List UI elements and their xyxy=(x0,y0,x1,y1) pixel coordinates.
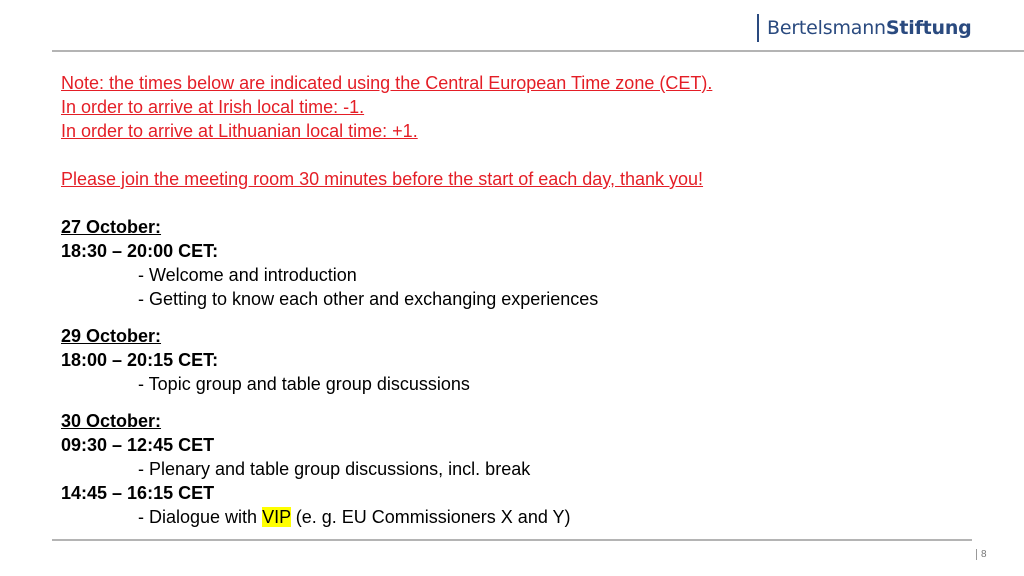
note-line: In order to arrive at Irish local time: … xyxy=(61,97,365,117)
vip-highlight: VIP xyxy=(262,507,291,527)
logo-divider xyxy=(757,14,759,42)
reminder-note: Please join the meeting room 30 minutes … xyxy=(61,167,961,191)
timezone-note: Note: the times below are indicated usin… xyxy=(61,71,961,143)
agenda-item-text: (e. g. EU Commissioners X and Y) xyxy=(290,507,571,527)
slide-body: Note: the times below are indicated usin… xyxy=(61,71,961,529)
time-slot: 14:45 – 16:15 CET xyxy=(61,483,215,503)
page-number-divider xyxy=(976,549,977,560)
time-slot: 18:30 – 20:00 CET: xyxy=(61,241,219,261)
day-date: 30 October: xyxy=(61,411,162,431)
time-slot: 09:30 – 12:45 CET xyxy=(61,435,215,455)
logo-text: BertelsmannStiftung xyxy=(767,17,972,39)
page-number: 8 xyxy=(976,549,987,560)
bertelsmann-stiftung-logo: BertelsmannStiftung xyxy=(757,13,972,43)
agenda-item: - Welcome and introduction xyxy=(138,265,357,285)
agenda-item: - Getting to know each other and exchang… xyxy=(138,289,599,309)
footer-divider xyxy=(52,539,972,541)
page-number-text: 8 xyxy=(981,549,987,560)
logo-text-bold: Stiftung xyxy=(885,17,972,39)
logo-text-light: Bertelsmann xyxy=(767,17,886,39)
day-date: 27 October: xyxy=(61,217,162,237)
note-line: Note: the times below are indicated usin… xyxy=(61,73,713,93)
agenda-item: - Dialogue with VIP (e. g. EU Commission… xyxy=(61,505,961,529)
day-block: 30 October: 09:30 – 12:45 CET - Plenary … xyxy=(61,409,961,529)
reminder-text: Please join the meeting room 30 minutes … xyxy=(61,169,704,189)
day-block: 27 October: 18:30 – 20:00 CET: - Welcome… xyxy=(61,215,961,311)
day-block: 29 October: 18:00 – 20:15 CET: - Topic g… xyxy=(61,324,961,396)
header-divider xyxy=(52,50,1024,52)
agenda-item: - Plenary and table group discussions, i… xyxy=(138,459,531,479)
time-slot: 18:00 – 20:15 CET: xyxy=(61,350,219,370)
agenda-item: - Topic group and table group discussion… xyxy=(138,374,470,394)
day-date: 29 October: xyxy=(61,326,162,346)
note-line: In order to arrive at Lithuanian local t… xyxy=(61,121,418,141)
agenda-item-text: - Dialogue with xyxy=(138,507,263,527)
